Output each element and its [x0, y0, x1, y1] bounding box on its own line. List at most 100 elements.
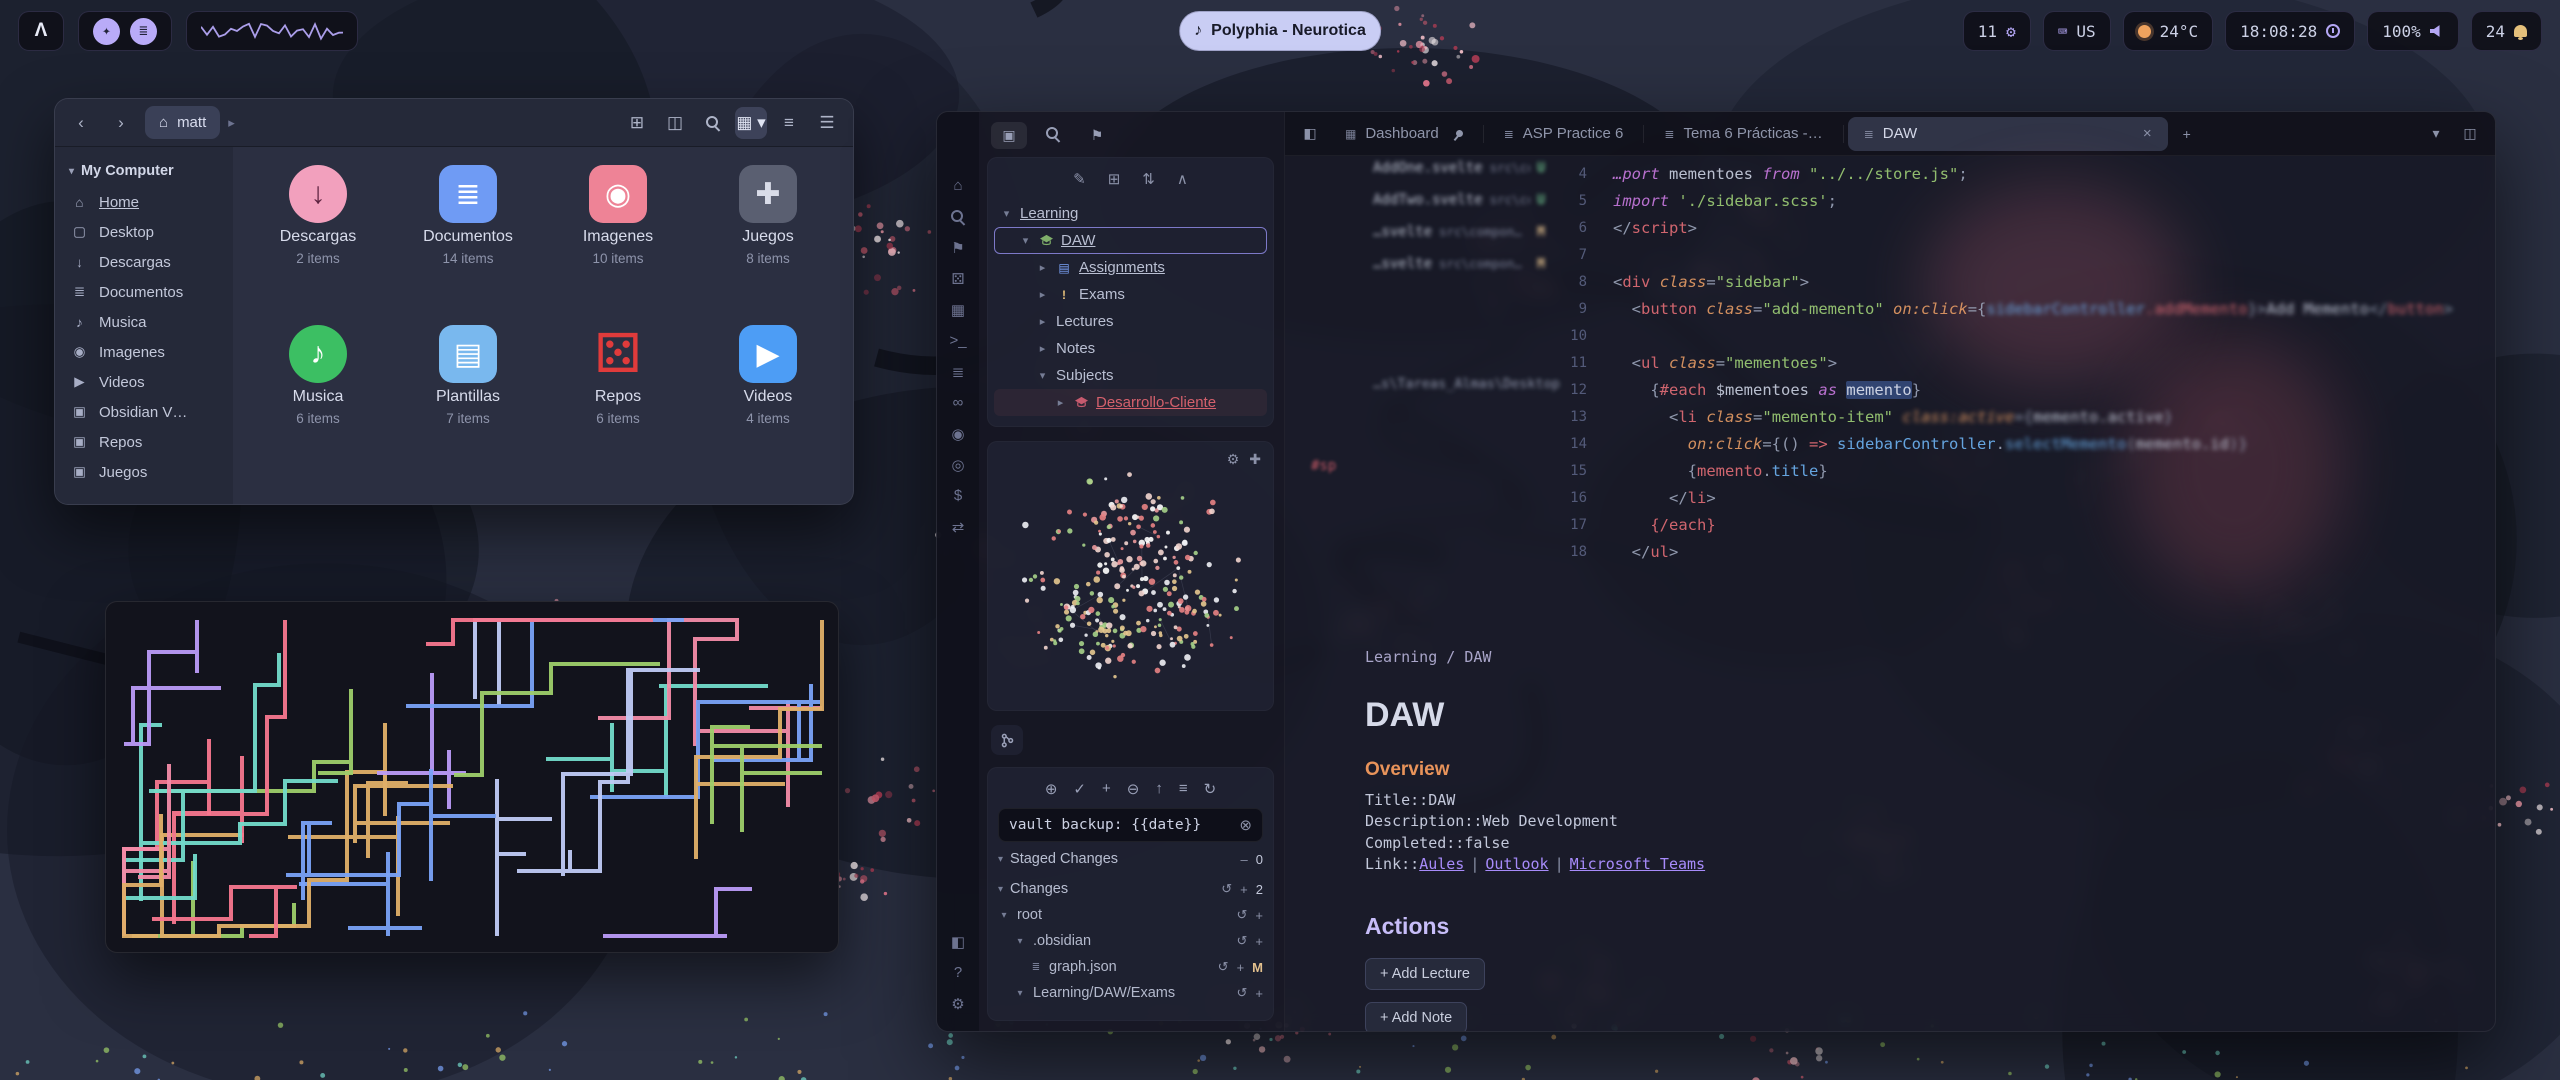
tab-asp-practice-6[interactable]: ≣ASP Practice 6: [1488, 117, 1640, 151]
discard-icon[interactable]: ↺: [1237, 985, 1248, 1001]
tab-dashboard[interactable]: ▦Dashboard: [1329, 117, 1479, 151]
notifications-widget[interactable]: 24: [2471, 11, 2542, 51]
note-link-outlook[interactable]: Outlook: [1485, 855, 1548, 873]
sidebar-toggle-icon[interactable]: ◧: [1295, 119, 1325, 149]
action-button--add-note[interactable]: + Add Note: [1365, 1002, 1467, 1032]
terminal-icon[interactable]: >_: [944, 325, 972, 356]
sidebar-item-repos[interactable]: ▣Repos: [55, 427, 233, 457]
minus-icon[interactable]: ⊖: [1127, 780, 1140, 798]
sidebar-tab-search[interactable]: [1035, 122, 1071, 149]
settings-icon[interactable]: ⚙: [944, 988, 972, 1019]
tab-list-icon[interactable]: ▾: [2421, 119, 2451, 149]
discard-icon[interactable]: ↺: [1218, 959, 1229, 975]
sidebar-item-documentos[interactable]: ≣Documentos: [55, 277, 233, 307]
search-icon[interactable]: [697, 107, 729, 139]
tree-item-assignments[interactable]: ▸▤Assignments: [994, 254, 1267, 281]
folder-musica[interactable]: ♪Musica6 items: [244, 321, 392, 481]
git-row-graph-json[interactable]: ≣graph.json↺+M: [998, 954, 1263, 980]
target-icon[interactable]: ◎: [944, 449, 972, 480]
graph-settings-icon[interactable]: ⚙: [1227, 451, 1240, 468]
link-icon[interactable]: ∞: [944, 387, 972, 418]
sidebar-tab-bookmark[interactable]: ⚑: [1079, 122, 1115, 149]
sidebar-item-videos[interactable]: ▶Videos: [55, 367, 233, 397]
app-icon-1[interactable]: ✦: [93, 18, 120, 45]
stage-icon[interactable]: +: [1255, 934, 1263, 949]
tree-item-learning[interactable]: ▾Learning: [994, 200, 1267, 227]
staged-changes-section[interactable]: ▾ Staged Changes – 0: [998, 846, 1263, 872]
folder-plantillas[interactable]: ▤Plantillas7 items: [394, 321, 542, 481]
check-icon[interactable]: ✓: [1073, 780, 1086, 798]
forward-button[interactable]: ›: [105, 107, 137, 139]
sort-icon[interactable]: ⇅: [1142, 170, 1155, 188]
weather-widget[interactable]: 24°C: [2123, 11, 2214, 51]
search-icon[interactable]: [944, 201, 972, 232]
grid-icon[interactable]: ▦: [944, 294, 972, 325]
new-tab-icon[interactable]: ⊞: [621, 107, 653, 139]
help-icon[interactable]: ?: [944, 957, 972, 988]
sidebar-item-desktop[interactable]: ▢Desktop: [55, 217, 233, 247]
discard-icon[interactable]: ↺: [1237, 907, 1248, 923]
tree-item-subjects[interactable]: ▾Subjects: [994, 362, 1267, 389]
new-tab-button[interactable]: +: [2172, 119, 2202, 149]
tab-daw[interactable]: ≣DAW×: [1848, 117, 2168, 151]
close-tab-icon[interactable]: ×: [2143, 125, 2152, 142]
tree-item-exams[interactable]: ▸!Exams: [994, 281, 1267, 308]
stage-icon[interactable]: +: [1255, 986, 1263, 1001]
push-icon[interactable]: ↑: [1155, 780, 1163, 798]
book-icon[interactable]: ≣: [944, 356, 972, 387]
new-note-icon[interactable]: ✎: [1073, 170, 1086, 188]
new-folder-icon[interactable]: ⊞: [1108, 170, 1121, 188]
graph-filter-icon[interactable]: ✚: [1249, 451, 1261, 468]
dice-icon[interactable]: ⚄: [944, 263, 972, 294]
git-row-root[interactable]: ▾root↺+: [998, 902, 1263, 928]
breadcrumb[interactable]: ⌂ matt: [145, 106, 220, 139]
sidebar-tab-folder[interactable]: ▣: [991, 122, 1027, 149]
sidebar-section-title[interactable]: ▾ My Computer: [55, 157, 233, 187]
note-content[interactable]: Learning / DAW DAW Overview Title:: DAWD…: [1365, 648, 2145, 1032]
folder-documentos[interactable]: ≣Documentos14 items: [394, 161, 542, 321]
stage-icon[interactable]: +: [1255, 908, 1263, 923]
folder-descargas[interactable]: ↓Descargas2 items: [244, 161, 392, 321]
tree-item-daw[interactable]: ▾DAW: [994, 227, 1267, 254]
dollar-icon[interactable]: $: [944, 480, 972, 511]
action-button--add-lecture[interactable]: + Add Lecture: [1365, 958, 1485, 990]
tree-item-notes[interactable]: ▸Notes: [994, 335, 1267, 362]
sidebar-item-musica[interactable]: ♪Musica: [55, 307, 233, 337]
split-view-icon[interactable]: ◫: [659, 107, 691, 139]
panel-left-icon[interactable]: ◧: [944, 926, 972, 957]
grid-view-button[interactable]: ▦ ▾: [735, 107, 767, 139]
sidebar-item-descargas[interactable]: ↓Descargas: [55, 247, 233, 277]
camera-icon[interactable]: ◉: [944, 418, 972, 449]
folder-imagenes[interactable]: ◉Imagenes10 items: [544, 161, 692, 321]
bookmark-icon[interactable]: ⚑: [944, 232, 972, 263]
pipes-terminal-window[interactable]: [105, 601, 839, 953]
editor-area[interactable]: AddOne.sveltesrc\compo…UAddTwo.sveltesrc…: [1285, 156, 2495, 1031]
list-icon[interactable]: ≡: [1179, 780, 1188, 798]
discard-icon[interactable]: ↺: [1237, 933, 1248, 949]
tree-item-desarrollo-cliente[interactable]: ▸Desarrollo-Cliente: [994, 389, 1267, 416]
home-icon[interactable]: ⌂: [944, 170, 972, 201]
back-button[interactable]: ‹: [65, 107, 97, 139]
split-pane-icon[interactable]: ◫: [2455, 119, 2485, 149]
discard-icon[interactable]: ↺: [1221, 881, 1232, 897]
workspace-indicator[interactable]: 11 ⚙: [1963, 11, 2031, 51]
clock-widget[interactable]: 18:08:28: [2225, 11, 2355, 51]
folder-videos[interactable]: ▶Videos4 items: [694, 321, 842, 481]
git-panel-tab[interactable]: [991, 725, 1023, 755]
changes-section[interactable]: ▾ Changes ↺ + 2: [998, 876, 1263, 902]
commit-message-input[interactable]: [1009, 817, 1231, 833]
collapse-icon[interactable]: ∧: [1177, 170, 1188, 188]
sidebar-item-obsidian-v-[interactable]: ▣Obsidian V…: [55, 397, 233, 427]
menu-button[interactable]: ☰: [811, 107, 843, 139]
sidebar-item-imagenes[interactable]: ◉Imagenes: [55, 337, 233, 367]
tree-item-lectures[interactable]: ▸Lectures: [994, 308, 1267, 335]
note-link-microsoft-teams[interactable]: Microsoft Teams: [1570, 855, 1705, 873]
folder-juegos[interactable]: ✚Juegos8 items: [694, 161, 842, 321]
volume-widget[interactable]: 100%: [2367, 11, 2459, 51]
clear-commit-icon[interactable]: ⊗: [1239, 816, 1252, 834]
stage-icon[interactable]: +: [1240, 882, 1248, 897]
sidebar-item-home[interactable]: ⌂Home: [55, 187, 233, 217]
folder-repos[interactable]: ⚄Repos6 items: [544, 321, 692, 481]
swap-icon[interactable]: ⇄: [944, 511, 972, 542]
note-link-aules[interactable]: Aules: [1419, 855, 1464, 873]
